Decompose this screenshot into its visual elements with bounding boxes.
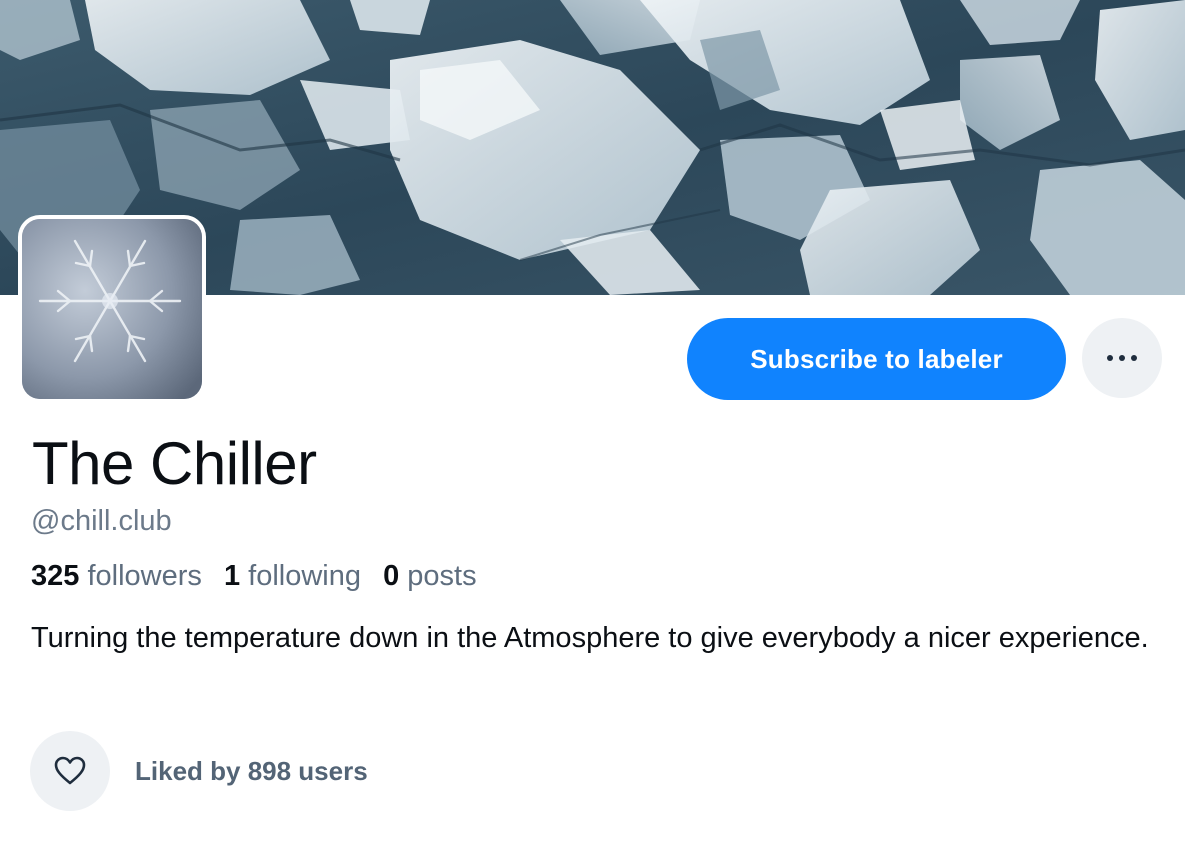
profile-bio: Turning the temperature down in the Atmo… xyxy=(31,622,1149,654)
posts-label: posts xyxy=(407,560,477,592)
more-options-button[interactable] xyxy=(1082,318,1162,398)
ellipsis-icon xyxy=(1107,355,1137,361)
posts-count: 0 xyxy=(383,560,400,592)
profile-handle: @chill.club xyxy=(31,505,172,537)
snowflake-avatar-image xyxy=(22,219,202,399)
avatar[interactable] xyxy=(18,215,206,403)
profile-page: Subscribe to labeler The Chiller @chill.… xyxy=(0,0,1185,846)
followers-link[interactable]: 325 followers xyxy=(31,560,202,592)
heart-outline-icon xyxy=(54,756,86,786)
liked-by-count[interactable]: Liked by 898 users xyxy=(135,753,368,789)
following-label: following xyxy=(248,560,361,592)
posts-stat: 0 posts xyxy=(383,560,477,592)
followers-count: 325 xyxy=(31,560,80,592)
like-labeler-button[interactable] xyxy=(30,731,110,811)
following-link[interactable]: 1 following xyxy=(224,560,361,592)
following-count: 1 xyxy=(223,560,241,592)
subscribe-to-labeler-button[interactable]: Subscribe to labeler xyxy=(687,318,1066,400)
profile-stats: 325 followers 1 following 0 posts xyxy=(31,558,491,594)
display-name: The Chiller xyxy=(32,430,317,497)
followers-label: followers xyxy=(87,560,202,592)
